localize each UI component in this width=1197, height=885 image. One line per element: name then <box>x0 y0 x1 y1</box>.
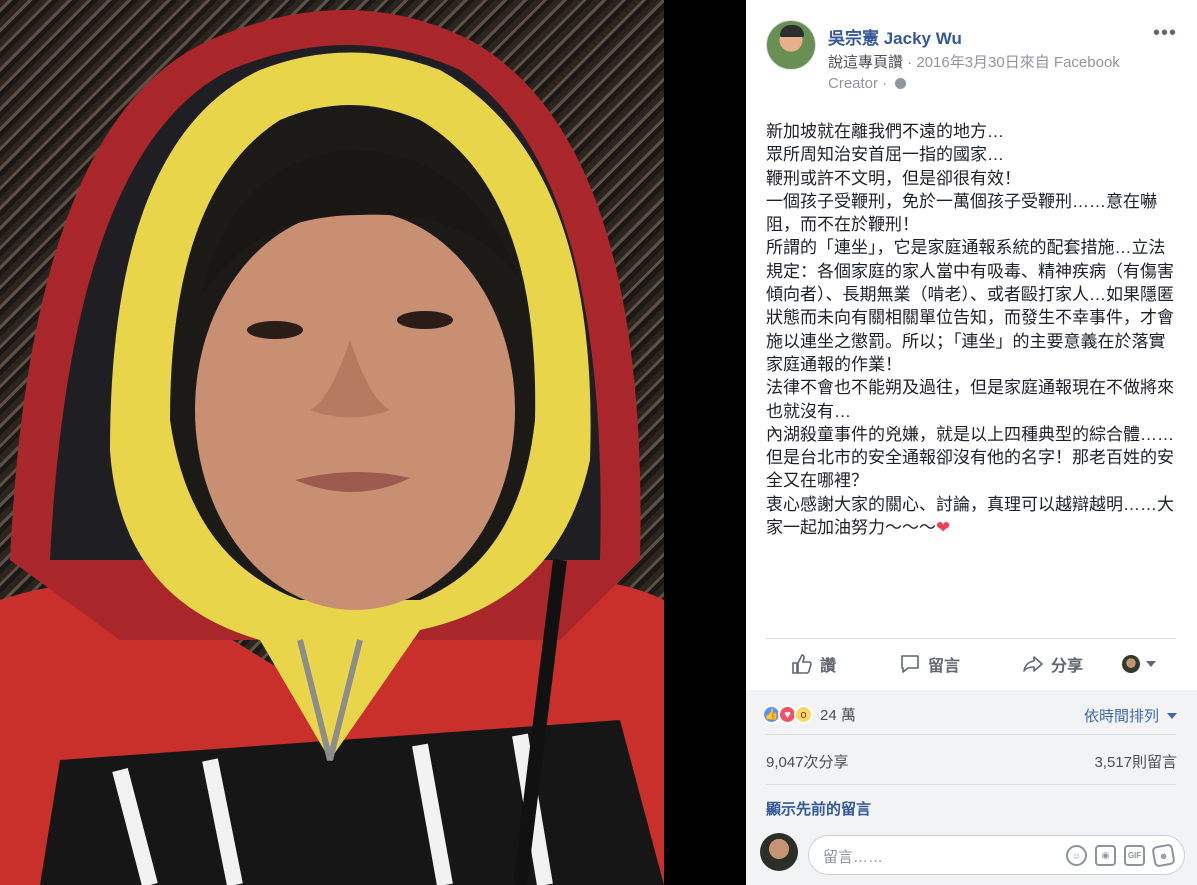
show-previous-comments-link[interactable]: 顯示先前的留言 <box>766 798 871 819</box>
current-user-avatar <box>760 833 798 871</box>
chevron-down-icon <box>1167 712 1177 719</box>
divider <box>766 638 1176 639</box>
reactions-summary[interactable]: 👍 ♥ o 24 萬 <box>762 704 856 725</box>
wow-reaction-icon: o <box>794 705 813 724</box>
chevron-down-icon <box>1146 661 1156 667</box>
gif-icon[interactable]: GIF <box>1124 845 1145 866</box>
comment-placeholder: 留言…… <box>823 849 884 866</box>
sort-comments-dropdown[interactable]: 依時間排列 <box>1084 705 1177 726</box>
post-photo[interactable] <box>0 0 664 885</box>
comment-button[interactable]: 留言 <box>899 652 960 676</box>
like-label: 讚 <box>820 658 837 675</box>
post-meta: 說這專頁讚 · 2016年3月30日來自 Facebook Creator · <box>828 52 1168 94</box>
author-avatar[interactable] <box>766 20 816 70</box>
comment-input[interactable]: 留言…… ☺ ◉ GIF ☻ <box>808 835 1185 875</box>
action-bar: 讚 留言 分享 <box>766 648 1176 680</box>
share-button[interactable]: 分享 <box>1022 652 1083 676</box>
shares-count[interactable]: 9,047次分享 <box>766 751 849 772</box>
more-options-icon[interactable]: ••• <box>1153 22 1177 45</box>
comments-section: 👍 ♥ o 24 萬 依時間排列 9,047次分享 3,517則留言 顯示先前的… <box>746 690 1197 885</box>
post-header: 吳宗憲 Jacky Wu ••• 說這專頁讚 · 2016年3月30日來自 Fa… <box>746 0 1197 100</box>
sticker-icon[interactable]: ☻ <box>1151 843 1176 868</box>
comments-count[interactable]: 3,517則留言 <box>1094 751 1177 772</box>
like-button[interactable]: 讚 <box>791 652 836 676</box>
globe-icon <box>895 78 907 89</box>
comment-icon <box>901 655 919 673</box>
comment-composer: 留言…… ☺ ◉ GIF ☻ <box>760 833 1185 877</box>
author-name[interactable]: 吳宗憲 Jacky Wu <box>828 24 962 49</box>
divider <box>766 784 1176 785</box>
heart-emoji: ❤ <box>936 518 951 538</box>
post-body: 新加坡就在離我們不遠的地方… 眾所周知治安首屈一指的國家… 鞭刑或許不文明，但是… <box>766 122 1174 538</box>
emoji-icon[interactable]: ☺ <box>1066 845 1087 866</box>
sort-label: 依時間排列 <box>1083 708 1159 725</box>
photo-gap <box>664 0 746 885</box>
share-label: 分享 <box>1051 658 1084 675</box>
selfie-illustration <box>0 10 664 885</box>
composer-tools: ☺ ◉ GIF ☻ <box>1066 843 1176 868</box>
divider <box>766 734 1176 735</box>
share-arrow-icon <box>1023 656 1043 672</box>
comment-label: 留言 <box>928 658 961 675</box>
post-text: 新加坡就在離我們不遠的地方… 眾所周知治安首屈一指的國家… 鞭刑或許不文明，但是… <box>766 120 1176 539</box>
camera-icon[interactable]: ◉ <box>1095 845 1116 866</box>
user-avatar-small <box>1122 655 1140 673</box>
photo-viewer: 吳宗憲 Jacky Wu ••• 說這專頁讚 · 2016年3月30日來自 Fa… <box>0 0 1197 885</box>
comment-as-selector[interactable] <box>1122 655 1156 673</box>
like-page-link[interactable]: 說這專頁讚 <box>828 54 903 71</box>
thumbs-up-icon <box>792 654 812 674</box>
reactions-count: 24 萬 <box>820 707 856 724</box>
post-panel: 吳宗憲 Jacky Wu ••• 說這專頁讚 · 2016年3月30日來自 Fa… <box>746 0 1197 885</box>
